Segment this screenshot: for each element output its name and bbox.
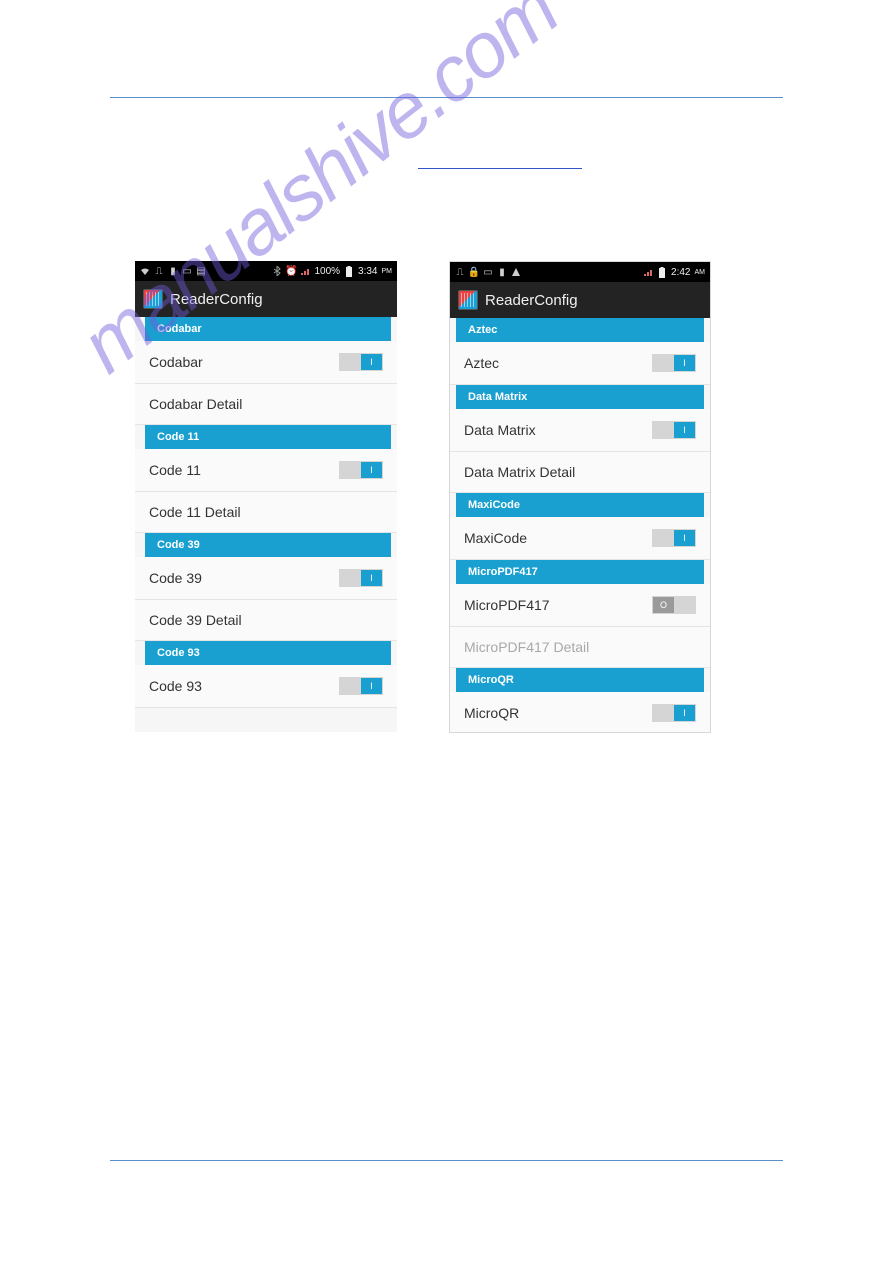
- toggle-switch[interactable]: I: [652, 704, 696, 722]
- row-label: Code 93: [149, 678, 339, 694]
- row-label: MicroPDF417 Detail: [464, 639, 696, 655]
- row-label: Aztec: [464, 355, 652, 371]
- row-label: Codabar: [149, 354, 339, 370]
- settings-row[interactable]: Code 93 I: [135, 665, 397, 708]
- toggle-switch[interactable]: O: [652, 596, 696, 614]
- clock-ampm: PM: [382, 268, 393, 275]
- section-header: MicroPDF417: [456, 560, 704, 584]
- phone-screenshot-right: ⎍ 🔒 ▭ ▮ 2:42 AM ReaderConfig Aztec Aztec I…: [449, 261, 711, 733]
- clock-time: 2:42: [671, 267, 690, 278]
- toggle-knob: I: [361, 678, 382, 694]
- app-title: ReaderConfig: [170, 291, 263, 308]
- row-label: MicroPDF417: [464, 597, 652, 613]
- battery-small-icon: ▮: [168, 266, 178, 276]
- settings-row[interactable]: Data Matrix I: [450, 409, 710, 452]
- row-label: Code 39 Detail: [149, 612, 383, 628]
- clock-ampm: AM: [695, 269, 706, 276]
- battery-icon: [657, 267, 667, 277]
- battery-percent: 100%: [314, 266, 340, 277]
- usb-icon: ⎍: [154, 266, 164, 276]
- row-label: MaxiCode: [464, 530, 652, 546]
- row-label: Code 39: [149, 570, 339, 586]
- app-bar: ReaderConfig: [450, 282, 710, 318]
- row-label: Codabar Detail: [149, 396, 383, 412]
- toggle-switch[interactable]: I: [339, 461, 383, 479]
- settings-list[interactable]: AztecAztecIData MatrixData MatrixIData M…: [450, 318, 710, 733]
- battery-icon: [344, 266, 354, 276]
- status-bar: ⎍ ▮ ▭ ▤ ⏰ 100% 3:34 PM: [135, 261, 397, 281]
- signal-icon: [300, 266, 310, 276]
- toggle-switch[interactable]: I: [652, 421, 696, 439]
- section-header: Code 39: [145, 533, 391, 557]
- toggle-switch[interactable]: I: [339, 353, 383, 371]
- row-label: Data Matrix: [464, 422, 652, 438]
- toggle-knob: I: [674, 530, 695, 546]
- settings-row[interactable]: Code 39 Detail: [135, 600, 397, 641]
- section-header: Code 93: [145, 641, 391, 665]
- link-underline: [418, 168, 582, 169]
- wifi-icon: [140, 266, 150, 276]
- toggle-switch[interactable]: I: [339, 569, 383, 587]
- section-header: MicroQR: [456, 668, 704, 692]
- row-label: Data Matrix Detail: [464, 464, 696, 480]
- toggle-knob: I: [674, 355, 695, 371]
- section-header: Aztec: [456, 318, 704, 342]
- phone-screenshot-left: ⎍ ▮ ▭ ▤ ⏰ 100% 3:34 PM ReaderConfig Coda…: [135, 261, 397, 732]
- row-label: Code 11: [149, 462, 339, 478]
- section-header: MaxiCode: [456, 493, 704, 517]
- settings-row[interactable]: MicroQR I: [450, 692, 710, 733]
- settings-row[interactable]: Code 11 I: [135, 449, 397, 492]
- usb-icon: ⎍: [455, 267, 465, 277]
- settings-row[interactable]: MaxiCode I: [450, 517, 710, 560]
- toggle-knob: I: [674, 705, 695, 721]
- screenshot-icon: ▭: [483, 267, 493, 277]
- app-icon: [143, 289, 163, 309]
- settings-row[interactable]: Code 39 I: [135, 557, 397, 600]
- toggle-knob: O: [653, 597, 674, 613]
- screenshot-icon: ▭: [182, 266, 192, 276]
- app-title: ReaderConfig: [485, 292, 578, 309]
- settings-row[interactable]: Codabar I: [135, 341, 397, 384]
- settings-row[interactable]: MicroPDF417O: [450, 584, 710, 627]
- section-header: Data Matrix: [456, 385, 704, 409]
- clock-time: 3:34: [358, 266, 377, 277]
- lock-icon: 🔒: [469, 267, 479, 277]
- section-header: Code 11: [145, 425, 391, 449]
- signal-icon: [643, 267, 653, 277]
- battery-small-icon: ▮: [497, 267, 507, 277]
- settings-row[interactable]: Codabar Detail: [135, 384, 397, 425]
- warning-icon: [511, 267, 521, 277]
- top-divider: [110, 97, 783, 98]
- settings-list[interactable]: CodabarCodabarICodabar DetailCode 11Code…: [135, 317, 397, 708]
- toggle-knob: I: [361, 462, 382, 478]
- settings-row: MicroPDF417 Detail: [450, 627, 710, 668]
- section-header: Codabar: [145, 317, 391, 341]
- bottom-divider: [110, 1160, 783, 1161]
- bluetooth-icon: [272, 266, 282, 276]
- toggle-switch[interactable]: I: [652, 529, 696, 547]
- settings-row[interactable]: Data Matrix Detail: [450, 452, 710, 493]
- row-label: MicroQR: [464, 705, 652, 721]
- settings-row[interactable]: Aztec I: [450, 342, 710, 385]
- alarm-icon: ⏰: [286, 266, 296, 276]
- app-bar: ReaderConfig: [135, 281, 397, 317]
- settings-row[interactable]: Code 11 Detail: [135, 492, 397, 533]
- toggle-switch[interactable]: I: [339, 677, 383, 695]
- toggle-switch[interactable]: I: [652, 354, 696, 372]
- row-label: Code 11 Detail: [149, 504, 383, 520]
- toggle-knob: I: [361, 570, 382, 586]
- toggle-knob: I: [361, 354, 382, 370]
- app-icon: [458, 290, 478, 310]
- card-icon: ▤: [196, 266, 206, 276]
- toggle-knob: I: [674, 422, 695, 438]
- status-bar: ⎍ 🔒 ▭ ▮ 2:42 AM: [450, 262, 710, 282]
